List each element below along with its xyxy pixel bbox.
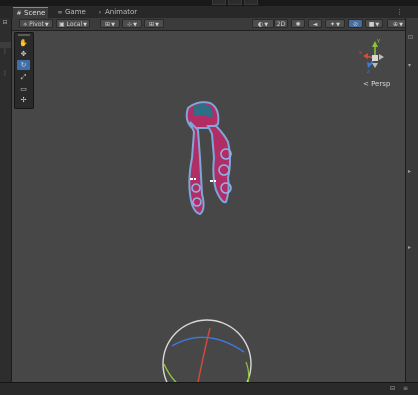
orientation-gizmo[interactable]: y x z <box>356 36 394 76</box>
bone-marker <box>190 178 193 180</box>
shading-sphere-icon: ◐ <box>257 21 264 28</box>
chevron-down-icon: ▼ <box>44 22 49 28</box>
animator-icon: › <box>98 9 102 16</box>
left-panel-selection <box>0 42 11 48</box>
snap-increment-dropdown[interactable]: ⊹▼ <box>122 19 142 28</box>
scene-visibility-toggle[interactable]: ⊘ <box>348 19 363 28</box>
speaker-icon: ◄ <box>312 21 318 28</box>
overlay-grip-handle[interactable] <box>18 34 30 36</box>
shading-mode-dropdown[interactable]: ◐▼ <box>252 19 274 28</box>
progress-icon[interactable]: ⊟ <box>390 385 395 392</box>
snap-icon: ⊹ <box>127 21 133 28</box>
gizmo-neg-y-cone[interactable] <box>372 63 378 68</box>
pause-button[interactable] <box>228 0 242 5</box>
collapse-icon[interactable]: ⊟ <box>1 19 9 27</box>
rotation-handle-gizmo[interactable] <box>150 312 262 392</box>
local-dropdown[interactable]: ▣ Local▼ <box>56 19 90 28</box>
hand-tool-icon[interactable]: ✋ <box>17 38 30 48</box>
scale-tool-icon[interactable]: ⤢ <box>17 72 30 82</box>
tab-game[interactable]: ∞ Game <box>54 7 89 18</box>
rotate-tool-icon[interactable]: ↻ <box>17 60 30 70</box>
gizmo-y-label: y <box>377 38 380 44</box>
selected-character-model[interactable] <box>176 98 246 226</box>
lighting-toggle-button[interactable]: ✺ <box>291 19 305 28</box>
chevron-right-icon-2[interactable]: ▸ <box>408 244 411 251</box>
audio-toggle-button[interactable]: ◄ <box>308 19 322 28</box>
effects-dropdown[interactable]: ✦▼ <box>325 19 345 28</box>
gizmo-globe-icon: ⊕ <box>393 21 399 28</box>
bone-marker <box>210 180 213 182</box>
chevron-right-icon[interactable]: ▸ <box>408 168 411 175</box>
left-panel-strip: ⊟ ⋮ ⋮ <box>0 18 12 382</box>
tab-animator[interactable]: › Animator <box>94 7 140 18</box>
bone-marker <box>194 178 196 180</box>
rotation-z-ring[interactable] <box>171 336 245 353</box>
gizmo-x-label: x <box>359 50 362 56</box>
panel-menu-kebab-icon[interactable]: ⋮ <box>1 48 9 56</box>
step-button[interactable] <box>244 0 258 5</box>
right-panel-strip: ⊡ ▾ ▸ ▸ <box>405 18 418 382</box>
grid-visibility-icon: ⊞ <box>149 21 155 28</box>
panel-menu-kebab-icon-2[interactable]: ⋮ <box>1 70 9 78</box>
bone-marker <box>214 180 216 182</box>
eye-slash-icon: ⊘ <box>352 21 359 28</box>
chevron-down-icon[interactable]: ▾ <box>408 62 411 69</box>
chevron-down-icon: ▼ <box>83 22 87 28</box>
scene-tools-overlay: ✋ ✥ ↻ ⤢ ▭ ✢ <box>14 32 34 109</box>
camera-settings-dropdown[interactable]: ■▼ <box>365 19 383 28</box>
play-button[interactable] <box>212 0 226 5</box>
gizmo-neg-x-cone[interactable] <box>379 54 384 60</box>
grid-visibility-dropdown[interactable]: ⊞▼ <box>144 19 164 28</box>
pivot-dropdown[interactable]: ⟡ Pivot▼ <box>19 19 53 28</box>
pivot-icon: ⟡ <box>23 21 28 28</box>
gizmo-z-label: z <box>367 69 370 75</box>
gamepad-icon: ∞ <box>57 9 63 16</box>
move-tool-icon[interactable]: ✥ <box>17 49 30 59</box>
transform-tool-icon[interactable]: ✢ <box>17 95 30 105</box>
gizmo-x-cone[interactable] <box>363 53 368 59</box>
effects-icon: ✦ <box>330 21 336 28</box>
character-right-limb <box>206 125 231 204</box>
gizmo-center-cube[interactable] <box>372 55 378 61</box>
lock-icon[interactable]: ⊡ <box>408 34 413 41</box>
character-left-limb <box>188 121 205 216</box>
light-bulb-icon: ✺ <box>295 21 301 28</box>
perspective-toggle[interactable]: < Persp <box>363 80 390 88</box>
tab-menu-kebab-icon[interactable]: ⋮ <box>396 8 403 16</box>
local-icon: ▣ <box>58 21 65 28</box>
grid-snap-icon: ⊞ <box>105 21 111 28</box>
settings-icon[interactable]: ≡ <box>403 385 408 392</box>
status-bar: ⊟ ≡ <box>0 382 418 395</box>
2d-toggle-button[interactable]: 2D <box>274 19 288 28</box>
camera-icon: ■ <box>368 21 375 28</box>
grid-snap-dropdown[interactable]: ⊞▼ <box>100 19 120 28</box>
scene-toolbar: ⟡ Pivot▼ ▣ Local▼ ⊞▼ ⊹▼ ⊞▼ ◐▼ 2D ✺ ◄ ✦▼ … <box>12 18 418 31</box>
rect-tool-icon[interactable]: ▭ <box>17 84 30 94</box>
